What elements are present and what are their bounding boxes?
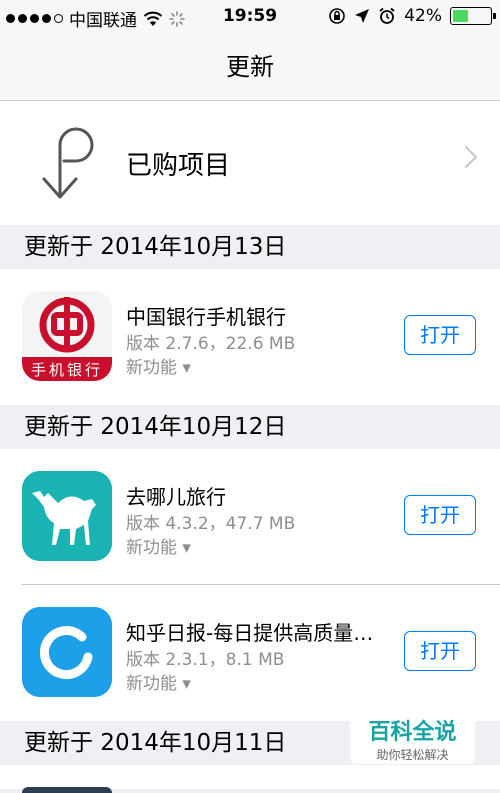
status-right: 42% [328, 6, 496, 26]
open-button[interactable]: 打开 [404, 631, 476, 671]
watermark-title: 百科全说 [368, 720, 457, 745]
baike-watermark-logo: 百科全说 助你轻松解决 [350, 712, 475, 764]
purchased-arrow-icon [42, 127, 94, 199]
app-version: 版本 4.3.2，47.7 MB [126, 514, 296, 534]
open-button[interactable]: 打开 [404, 495, 476, 535]
bank-of-china-app-icon[interactable]: 手机银行 [22, 291, 112, 381]
app-row-qunar[interactable]: 去哪儿旅行 版本 4.3.2，47.7 MB 新功能 ▾ 打开 [0, 449, 500, 585]
app-row-partial[interactable] [0, 765, 500, 793]
whats-new-toggle[interactable]: 新功能 ▾ [126, 353, 191, 378]
battery-percent: 42% [404, 6, 442, 26]
purchased-row[interactable]: 已购项目 [0, 101, 500, 225]
battery-fill [453, 10, 468, 22]
status-bar: 中国联通 19:59 42% [0, 0, 500, 34]
app-version: 版本 2.3.1，8.1 MB [126, 650, 285, 670]
navigation-bar: 更新 [0, 34, 500, 101]
purchased-label: 已购项目 [126, 151, 231, 181]
battery-icon [450, 7, 496, 25]
rotation-lock-icon [329, 8, 346, 24]
location-arrow-icon [355, 9, 370, 23]
app-version: 版本 2.7.6，22.6 MB [126, 334, 296, 354]
section-header: 更新于 2014年10月12日 [0, 405, 500, 449]
app-row-zhihu-daily[interactable]: 知乎日报-每日提供高质量… 版本 2.3.1，8.1 MB 新功能 ▾ 打开 [0, 585, 500, 721]
zhihu-daily-app-icon[interactable] [22, 607, 112, 697]
app-name: 知乎日报-每日提供高质量… [126, 621, 374, 645]
open-button[interactable]: 打开 [404, 315, 476, 355]
qunar-camel-app-icon[interactable] [22, 471, 112, 561]
partial-app-icon[interactable] [22, 787, 112, 793]
bank-icon-text: 手机银行 [30, 361, 103, 379]
whats-new-toggle[interactable]: 新功能 ▾ [126, 533, 191, 558]
app-name: 中国银行手机银行 [126, 305, 286, 329]
app-row-bank-of-china[interactable]: 手机银行 中国银行手机银行 版本 2.7.6，22.6 MB 新功能 ▾ 打开 [0, 269, 500, 405]
page-title: 更新 [226, 53, 274, 81]
watermark-subtitle: 助你轻松解决 [376, 748, 449, 762]
app-name: 去哪儿旅行 [126, 485, 226, 509]
whats-new-toggle[interactable]: 新功能 ▾ [126, 669, 191, 694]
chevron-right-icon [454, 145, 478, 169]
section-header: 更新于 2014年10月13日 [0, 225, 500, 269]
alarm-clock-icon [379, 7, 395, 24]
